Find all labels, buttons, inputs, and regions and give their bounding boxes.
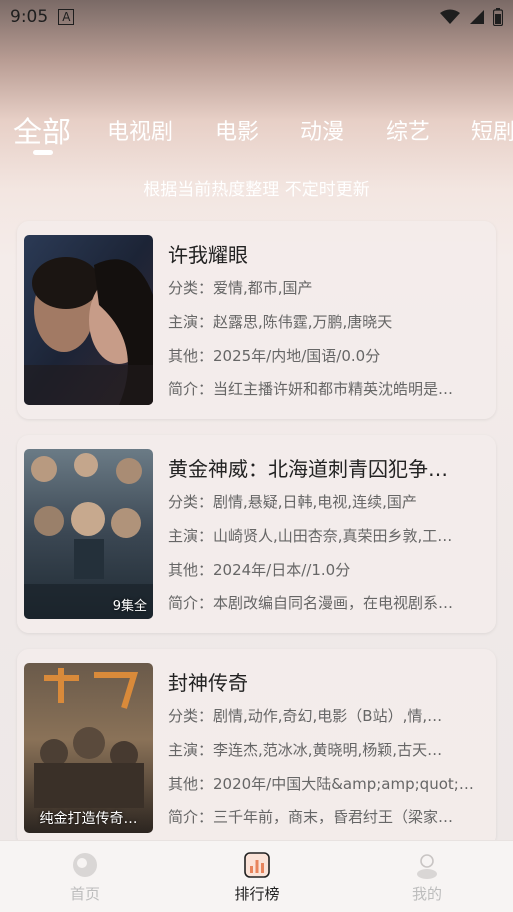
nav-profile[interactable]: 我的 [377,851,477,904]
item-cast: 主演：李连杰,范冰冰,黄晓明,杨颖,古天… [168,741,443,759]
tab-variety[interactable]: 综艺 [386,114,430,146]
ranking-card[interactable]: 许我耀眼 分类：爱情,都市,国产 主演：赵露思,陈伟霆,万鹏,唐晓天 其他：20… [17,221,496,419]
item-title: 封神传奇 [168,671,248,695]
item-intro: 简介：三千年前，商末，昏君纣王（梁家… [168,808,454,826]
nav-ranking-label: 排行榜 [234,885,280,903]
item-intro: 简介：当红主播许妍和都市精英沈皓明是… [168,380,454,398]
nav-home[interactable]: 首页 [35,851,135,904]
poster-image[interactable] [24,235,153,405]
tab-anime[interactable]: 动漫 [300,114,344,146]
bottom-nav: 首页 排行榜 我的 [0,840,513,912]
battery-icon [493,8,503,26]
ranking-card[interactable]: 纯金打造传奇… 封神传奇 分类：剧情,动作,奇幻,电影（B站）,情,… 主演：李… [17,649,496,847]
item-other: 其他：2024年/日本//1.0分 [168,561,351,579]
item-title: 黄金神威：北海道刺青囚犯争… [168,457,448,481]
nav-profile-label: 我的 [411,885,442,903]
ranking-icon [244,852,270,878]
tab-movie[interactable]: 电影 [215,114,259,146]
profile-icon [417,854,437,879]
item-other: 其他：2020年/中国大陆&amp;amp;quot;… [168,775,474,793]
item-category: 分类：爱情,都市,国产 [168,279,313,297]
ranking-card[interactable]: 9集全 黄金神威：北海道刺青囚犯争… 分类：剧情,悬疑,日韩,电视,连续,国产 … [17,435,496,633]
status-right [439,8,503,26]
tab-tv[interactable]: 电视剧 [107,114,173,146]
poster-image[interactable]: 9集全 [24,449,153,619]
episode-badge: 9集全 [112,599,147,614]
tab-short-drama[interactable]: 短剧 [471,114,513,146]
status-time: 9:05 [10,7,49,27]
category-tabs: 全部 电视剧 电影 动漫 综艺 短剧 [0,105,513,155]
nav-ranking[interactable]: 排行榜 [207,851,307,904]
poster-caption: 纯金打造传奇… [39,811,138,827]
status-bar: 9:05 A [0,0,513,34]
nav-home-label: 首页 [69,885,100,903]
poster-art [24,235,153,405]
item-category: 分类：剧情,动作,奇幻,电影（B站）,情,… [168,707,443,725]
home-icon [73,853,97,877]
item-other: 其他：2025年/内地/国语/0.0分 [168,347,381,365]
tab-all[interactable]: 全部 [13,109,71,151]
notification-icon: A [58,9,75,25]
signal-icon [470,10,484,24]
poster-image[interactable]: 纯金打造传奇… [24,663,153,833]
item-cast: 主演：赵露思,陈伟霆,万鹏,唐晓天 [168,313,393,331]
poster-art [24,449,153,619]
item-title: 许我耀眼 [168,243,248,267]
status-left: 9:05 A [10,7,75,27]
wifi-icon [440,9,460,24]
item-category: 分类：剧情,悬疑,日韩,电视,连续,国产 [168,493,417,511]
tab-indicator [33,150,53,155]
item-cast: 主演：山崎贤人,山田杏奈,真荣田乡敦,工… [168,527,453,545]
item-intro: 简介：本剧改编自同名漫画，在电视剧系… [168,594,454,612]
ranking-subtitle: 根据当前热度整理 不定时更新 [143,180,370,200]
